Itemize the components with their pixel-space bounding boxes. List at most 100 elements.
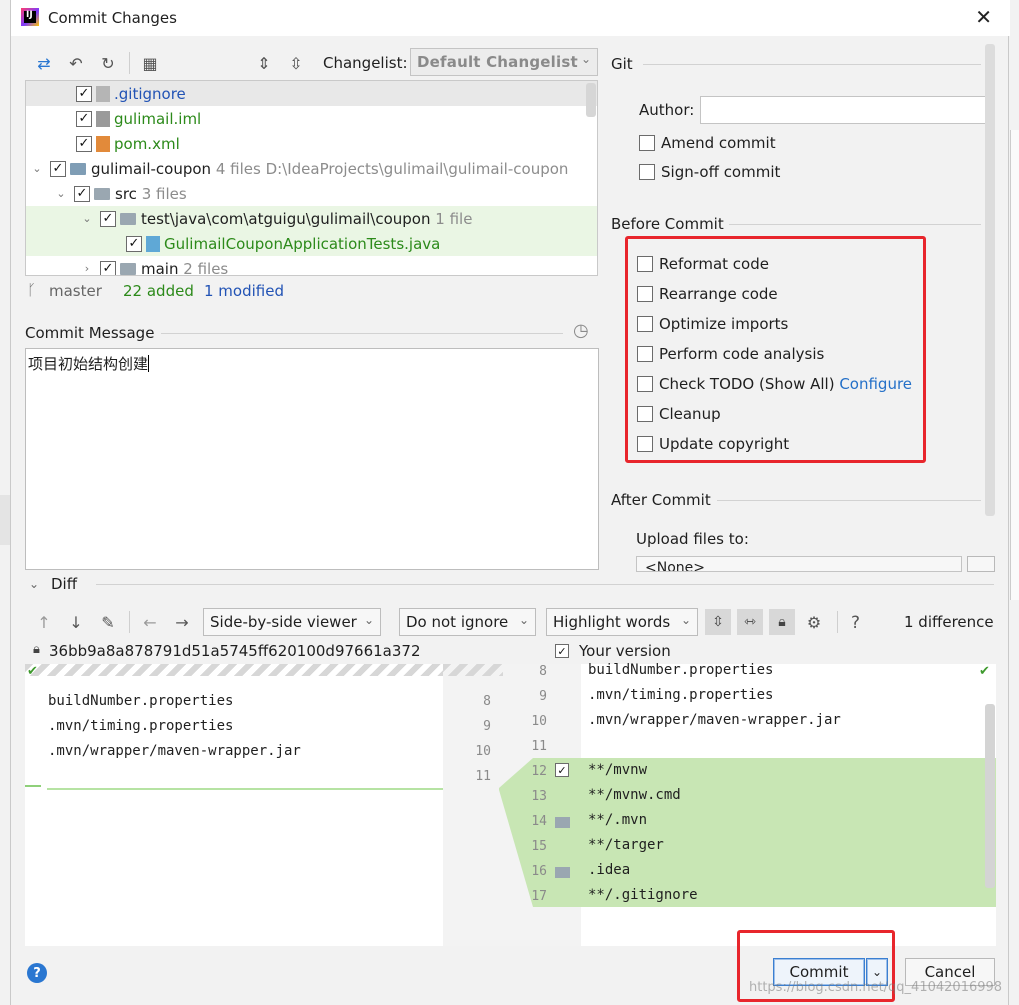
help-icon[interactable]: ? [27,963,47,983]
lock-icon[interactable]: 🔒︎ [769,609,795,635]
include-checkbox[interactable]: ✓ [74,185,90,202]
file-xml-icon [96,135,110,152]
chevron-down-icon[interactable]: ⌄ [54,187,68,200]
rollback-icon[interactable]: ↶ [65,52,87,74]
include-checkbox[interactable]: ✓ [76,135,92,152]
diff-help-icon[interactable]: ? [851,613,860,633]
tree-row[interactable]: › ✓ main 2 files [26,256,597,276]
show-diff-icon[interactable]: ⇄ [33,52,55,74]
arrow-left-icon[interactable]: ← [139,611,161,633]
line-number: 11 [531,739,547,754]
chevron-down-icon[interactable]: ⌄ [80,212,94,225]
signoff-commit-option[interactable]: Sign-off commit [639,163,780,181]
section-divider [717,500,981,501]
line-number: 14 [531,814,547,829]
expand-all-icon[interactable]: ⇕ [253,52,275,74]
sync-scroll-icon[interactable]: ⇿ [737,609,763,635]
left-revision-hash: 36bb9a8a878791d51a5745ff620100d97661a372 [49,642,421,660]
options-scrollbar[interactable] [985,44,995,516]
include-checkbox[interactable]: ✓ [76,110,92,127]
collapse-all-icon[interactable]: ⇳ [285,52,307,74]
tree-item-name: GulimailCouponApplicationTests.java [164,234,441,253]
arrow-right-icon[interactable]: → [171,611,193,633]
arrow-up-icon[interactable]: ↑ [33,611,55,633]
author-input[interactable] [700,96,992,124]
collapse-unchanged-icon[interactable]: ⇳ [705,609,731,635]
tree-row[interactable]: ⌄ ✓ src 3 files [26,181,597,206]
diff-right-pane[interactable]: ✔ buildNumber.properties .mvn/timing.pro… [581,662,996,946]
text-caret [148,355,150,372]
watermark: https://blog.csdn.net/qq_41042016998 [749,980,1003,995]
toolbar-separator [837,611,838,633]
tree-item-name: src [115,184,137,203]
arrow-down-icon[interactable]: ↓ [65,611,87,633]
folder-icon [120,212,136,225]
include-checkbox[interactable]: ✓ [50,160,66,177]
upload-config-button[interactable] [967,556,995,572]
whitespace-combo[interactable]: Do not ignore ⌄ [399,608,536,636]
your-version-checkbox[interactable]: ✓ [555,644,569,658]
include-checkbox[interactable]: ✓ [100,210,116,227]
tree-row[interactable]: ✓ GulimailCouponApplicationTests.java [26,231,597,256]
refresh-icon[interactable]: ↻ [97,52,119,74]
tree-item-name: gulimail-coupon [91,159,212,178]
upload-files-label: Upload files to: [636,530,749,548]
line-number: 9 [539,689,547,704]
edit-pencil-icon[interactable]: ✎ [97,611,119,633]
line-number: 8 [539,664,547,679]
diff-left-pane[interactable]: ✔ buildNumber.properties .mvn/timing.pro… [25,664,443,946]
signoff-commit-checkbox[interactable] [639,164,655,180]
chevron-down-icon[interactable]: ⌄ [30,162,44,175]
toolbar-separator [129,52,130,74]
line-number: 10 [475,744,491,759]
tree-scrollbar[interactable] [586,83,596,117]
tree-row[interactable]: ⌄ ✓ test\java\com\atguigu\gulimail\coupo… [26,206,597,231]
group-by-icon[interactable]: ▦ [139,52,161,74]
highlight-combo[interactable]: Highlight words ⌄ [546,608,698,636]
include-checkbox[interactable]: ✓ [76,85,92,102]
viewer-mode-value: Side-by-side viewer [210,613,357,631]
include-checkbox[interactable]: ✓ [126,235,142,252]
tree-item-meta: 3 files [141,184,187,203]
tree-row[interactable]: ⌄ ✓ gulimail-coupon 4 files D:\IdeaProje… [26,156,597,181]
tree-row[interactable]: ✓ pom.xml [26,131,597,156]
upload-target-combo[interactable]: <None> [636,556,962,572]
tree-row[interactable]: ✓ .gitignore [26,81,597,106]
code-line: .mvn/wrapper/maven-wrapper.jar [588,712,841,728]
viewer-mode-combo[interactable]: Side-by-side viewer ⌄ [203,608,381,636]
upload-target-value: <None> [645,560,705,572]
commit-message-input[interactable]: 项目初始结构创建 [25,348,599,570]
message-history-icon[interactable]: ◷ [573,320,589,341]
gear-icon[interactable]: ⚙ [803,611,825,633]
diff-collapse-icon[interactable]: ⌄ [29,577,39,591]
code-line: .mvn/timing.properties [588,687,774,703]
chevron-down-icon: ⌄ [580,52,591,66]
line-number: 12 [531,764,547,779]
after-commit-title: After Commit [611,491,711,509]
lock-icon: 🔒︎ [33,642,40,657]
diff-scrollbar[interactable] [985,704,995,888]
folder-icon [120,262,136,275]
include-checkbox[interactable]: ✓ [100,260,116,275]
folder-icon [94,187,110,200]
your-version-checkbox-wrap[interactable]: ✓ Your version [555,642,671,660]
annotation-highlight [625,236,926,463]
tree-item-name: gulimail.iml [114,109,202,128]
code-line: **/.gitignore [588,887,698,903]
line-number: 17 [531,889,547,904]
code-line: .mvn/wrapper/maven-wrapper.jar [48,743,301,759]
chevron-down-icon: ⌄ [363,613,374,627]
whitespace-value: Do not ignore [406,613,509,631]
amend-commit-option[interactable]: Amend commit [639,134,776,152]
tree-row[interactable]: ✓ gulimail.iml [26,106,597,131]
tree-item-name: main [141,259,179,276]
close-icon[interactable]: ✕ [975,5,992,29]
line-number: 10 [531,714,547,729]
changes-tree[interactable]: ✓ .gitignore ✓ gulimail.iml ✓ pom.xml ⌄ … [25,80,598,276]
changelist-combo[interactable]: Default Changelist ⌄ [410,48,598,76]
modified-count[interactable]: 1 modified [204,282,284,300]
added-count[interactable]: 22 added [123,282,194,300]
amend-commit-checkbox[interactable] [639,135,655,151]
include-change-checkbox[interactable]: ✓ [555,763,569,777]
chevron-right-icon[interactable]: › [80,262,94,275]
